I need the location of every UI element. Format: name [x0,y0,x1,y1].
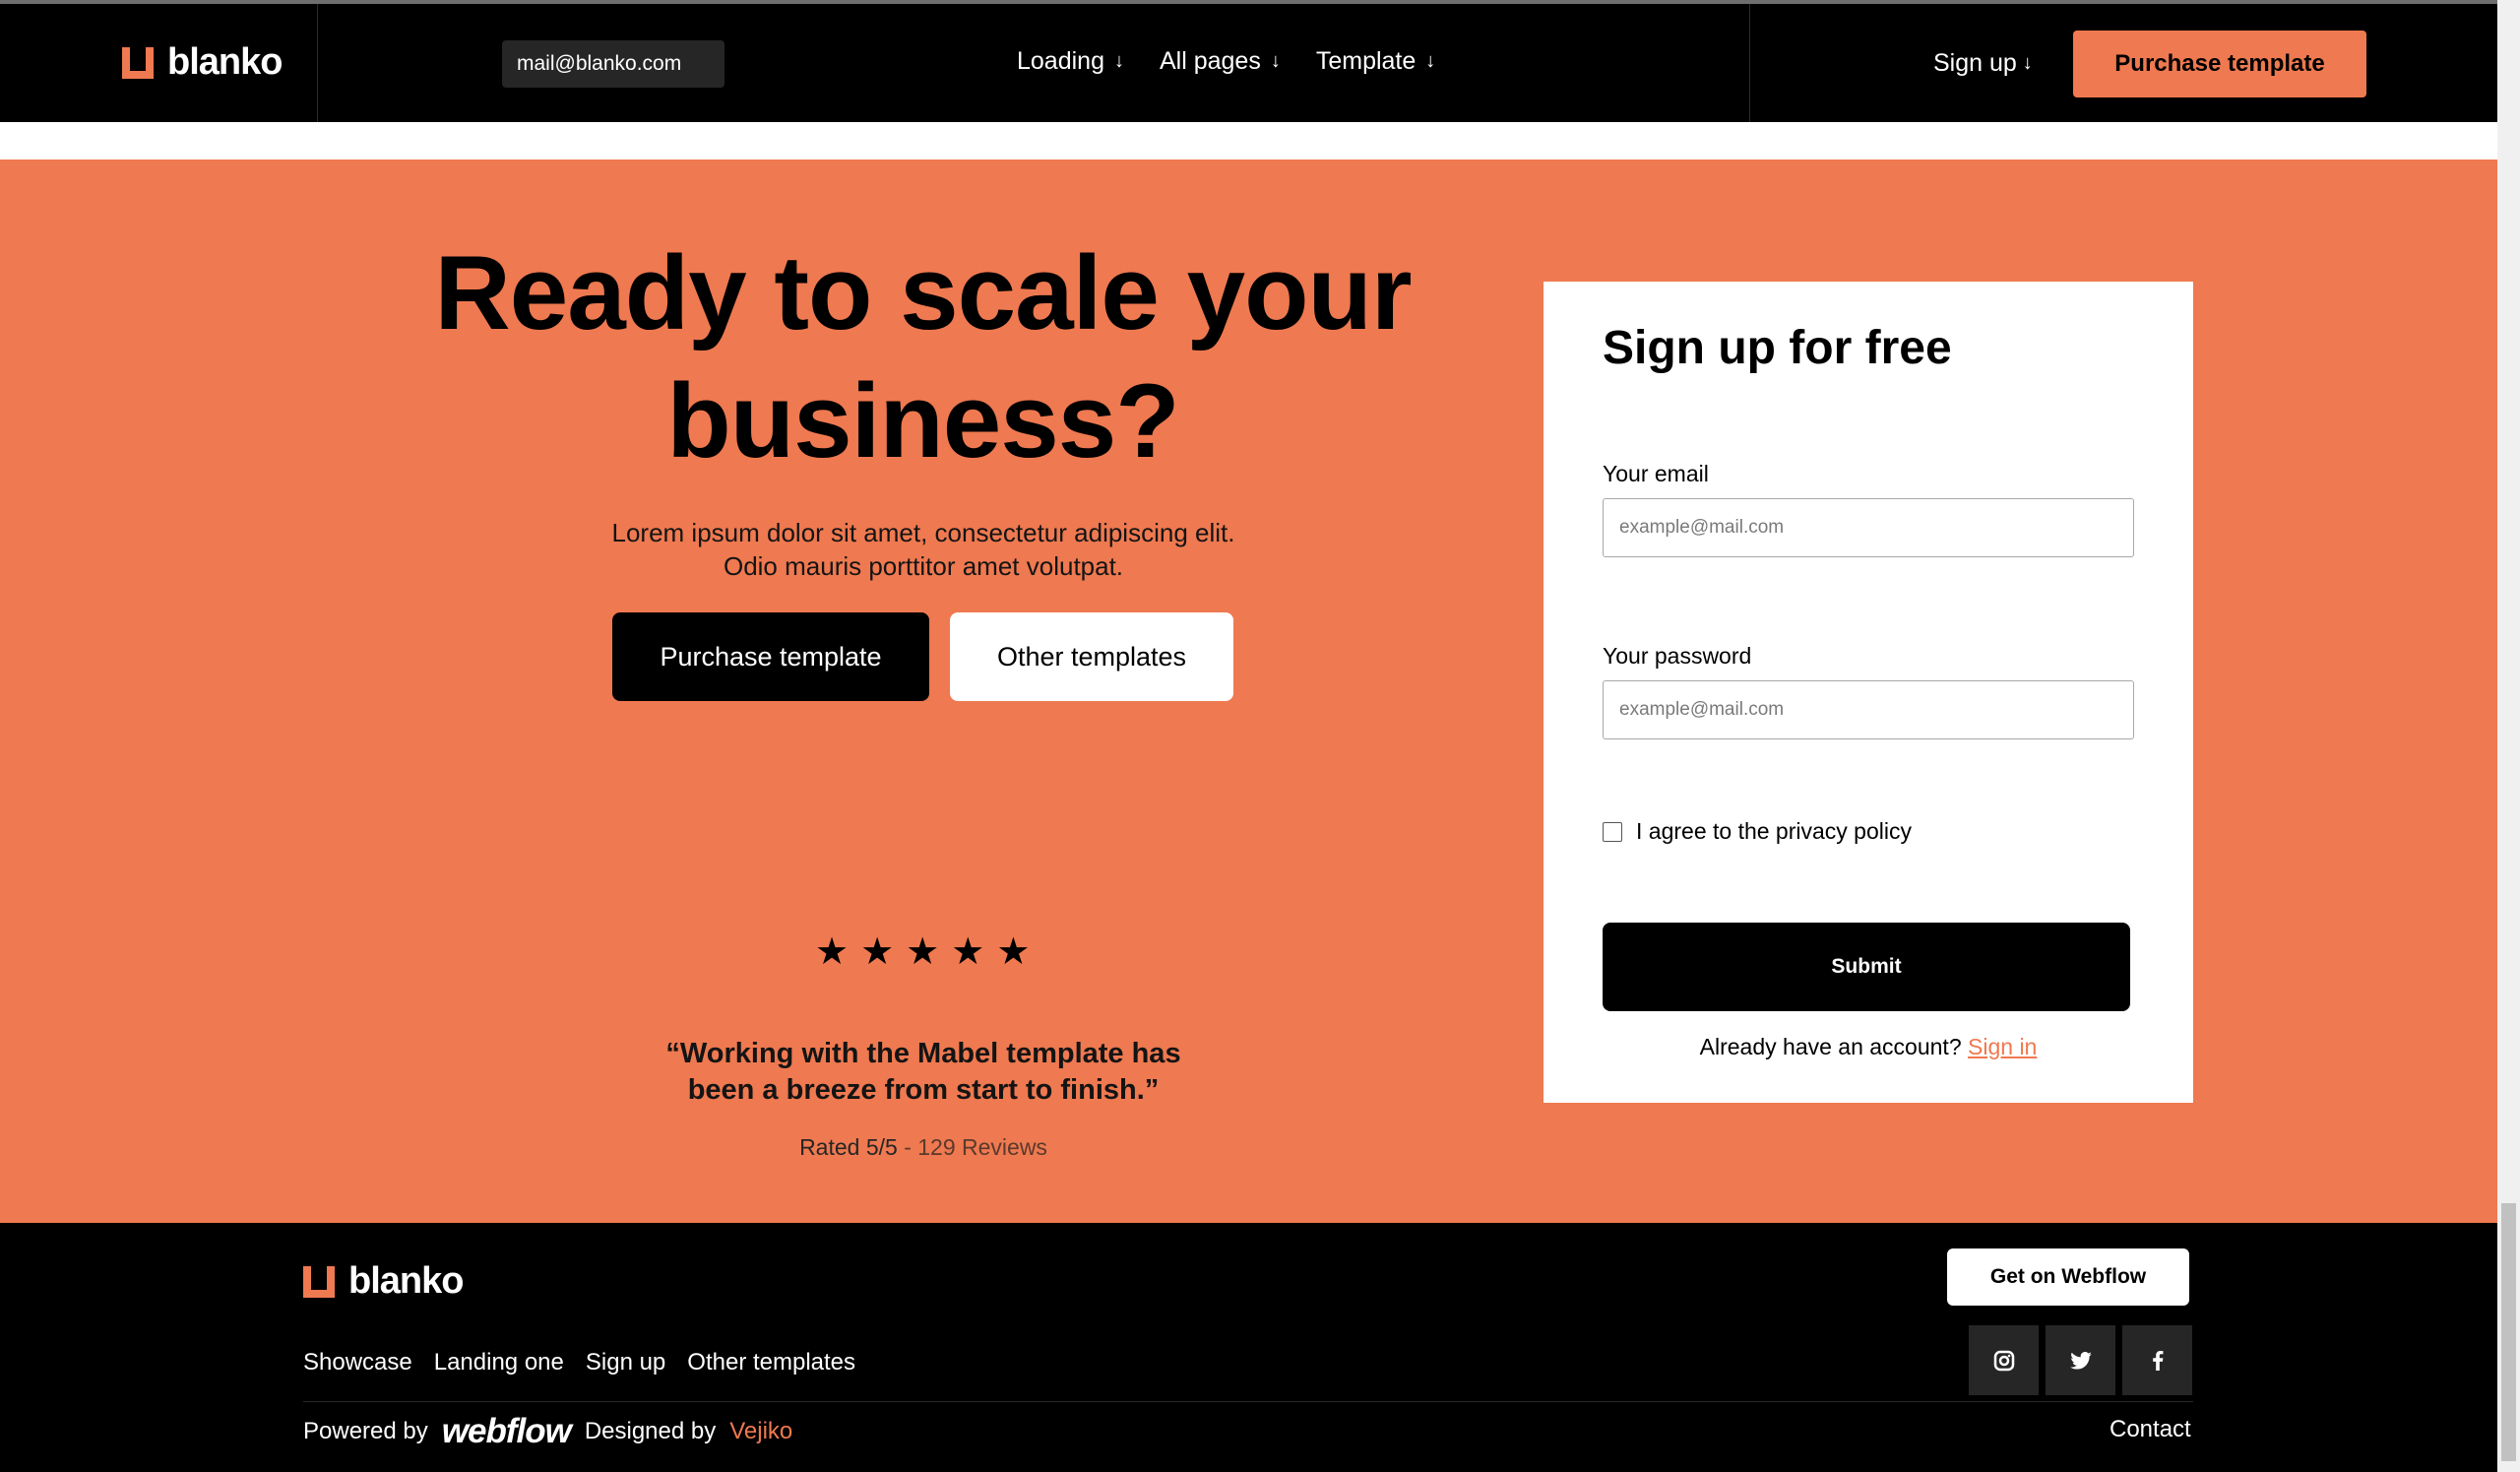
hero-title-line: Ready to scale your [434,233,1413,352]
footer-link-landing-one[interactable]: Landing one [434,1349,564,1376]
webflow-logo[interactable]: webflow [442,1412,572,1451]
menu-item-template[interactable]: Template ↓ [1316,47,1435,76]
arrow-down-icon: ↓ [1270,50,1281,72]
nav-divider [1749,4,1750,122]
hero-subtitle-line: Lorem ipsum dolor sit amet, consectetur … [611,518,1235,547]
menu-item-loading[interactable]: Loading ↓ [1017,47,1124,76]
email-chip[interactable]: mail@blanko.com [502,40,724,88]
site-footer: blanko Showcase Landing one Sign up Othe… [0,1223,2497,1472]
privacy-consent: I agree to the privacy policy [1603,818,1912,845]
purchase-template-button[interactable]: Purchase template [612,612,929,701]
footer-logo-text: blanko [348,1260,464,1302]
hero-title: Ready to scale your business? [374,228,1472,484]
instagram-button[interactable] [1969,1325,2039,1395]
signin-prompt: Already have an account? Sign in [1544,1034,2193,1060]
password-field[interactable] [1603,680,2134,739]
contact-link[interactable]: Contact [2110,1416,2191,1443]
star-icon: ★ [996,931,1031,973]
nav-signup-label: Sign up [1933,49,2017,77]
privacy-label: I agree to the privacy policy [1636,818,1912,844]
arrow-down-icon: ↓ [2022,52,2033,74]
other-templates-button[interactable]: Other templates [950,612,1233,701]
nav-divider [317,4,318,122]
rating-stars: ★ ★ ★ ★ ★ [815,929,1030,974]
powered-by-label: Powered by [303,1418,428,1444]
facebook-button[interactable] [2122,1325,2192,1395]
testimonial-quote: “Working with the Mabel template has bee… [610,1036,1236,1109]
main-menu: Loading ↓ All pages ↓ Template ↓ [1017,47,1435,76]
star-icon: ★ [815,931,850,973]
menu-item-all-pages[interactable]: All pages ↓ [1160,47,1281,76]
footer-logo[interactable]: blanko [303,1260,464,1303]
footer-link-sign-up[interactable]: Sign up [586,1349,665,1376]
star-icon: ★ [951,931,985,973]
signin-prompt-text: Already have an account? [1699,1034,1962,1059]
cta-section: Ready to scale your business? Lorem ipsu… [0,160,2497,1223]
blanko-logo-icon [303,1265,335,1298]
menu-item-label: All pages [1159,47,1261,75]
twitter-button[interactable] [2046,1325,2115,1395]
submit-button[interactable]: Submit [1603,923,2130,1011]
logo-text: blanko [167,41,283,83]
password-label: Your password [1603,643,1752,669]
designed-by-label: Designed by [584,1418,717,1444]
footer-links: Showcase Landing one Sign up Other templ… [303,1349,855,1376]
rated-label: Rated 5/5 [799,1134,898,1160]
menu-item-label: Template [1315,47,1417,75]
designer-link[interactable]: Vejiko [729,1418,792,1445]
signup-title: Sign up for free [1603,322,1952,374]
signup-card: Sign up for free Your email Your passwor… [1544,282,2193,1103]
nav-logo[interactable]: blanko [122,41,283,84]
credits: Powered by webflow Designed by Vejiko [303,1412,792,1451]
quote-line: “Working with the Mabel template has [665,1038,1181,1069]
reviews-count: - 129 Reviews [904,1134,1047,1160]
blanko-logo-icon [122,46,154,79]
hero-title-line: business? [666,361,1179,480]
email-field[interactable] [1603,498,2134,557]
menu-item-label: Loading [1017,47,1104,75]
arrow-down-icon: ↓ [1425,50,1436,72]
quote-line: been a breeze from start to finish.” [687,1074,1160,1106]
scrollbar-thumb[interactable] [2501,1203,2516,1461]
privacy-checkbox[interactable] [1603,821,1622,842]
footer-link-showcase[interactable]: Showcase [303,1349,412,1376]
nav-purchase-button[interactable]: Purchase template [2073,31,2366,97]
footer-divider [303,1401,2193,1402]
hero-subtitle-line: Odio mauris porttitor amet volutpat. [723,551,1124,581]
section-spacer [0,122,2497,160]
arrow-down-icon: ↓ [1113,50,1124,72]
facebook-icon [2152,1350,2163,1371]
top-navbar: blanko mail@blanko.com Loading ↓ All pag… [0,4,2497,122]
get-on-webflow-button[interactable]: Get on Webflow [1947,1248,2189,1306]
hero-subtitle: Lorem ipsum dolor sit amet, consectetur … [512,516,1335,583]
instagram-icon [1993,1350,2014,1371]
nav-signup-dropdown[interactable]: Sign up ↓ [1933,49,2033,78]
twitter-icon [2069,1351,2092,1370]
email-label: Your email [1603,461,1709,486]
star-icon: ★ [860,931,895,973]
rating-summary: Rated 5/5 - 129 Reviews [610,1134,1236,1161]
signin-link[interactable]: Sign in [1968,1034,2037,1059]
footer-link-other-templates[interactable]: Other templates [687,1349,855,1376]
star-icon: ★ [906,931,940,973]
